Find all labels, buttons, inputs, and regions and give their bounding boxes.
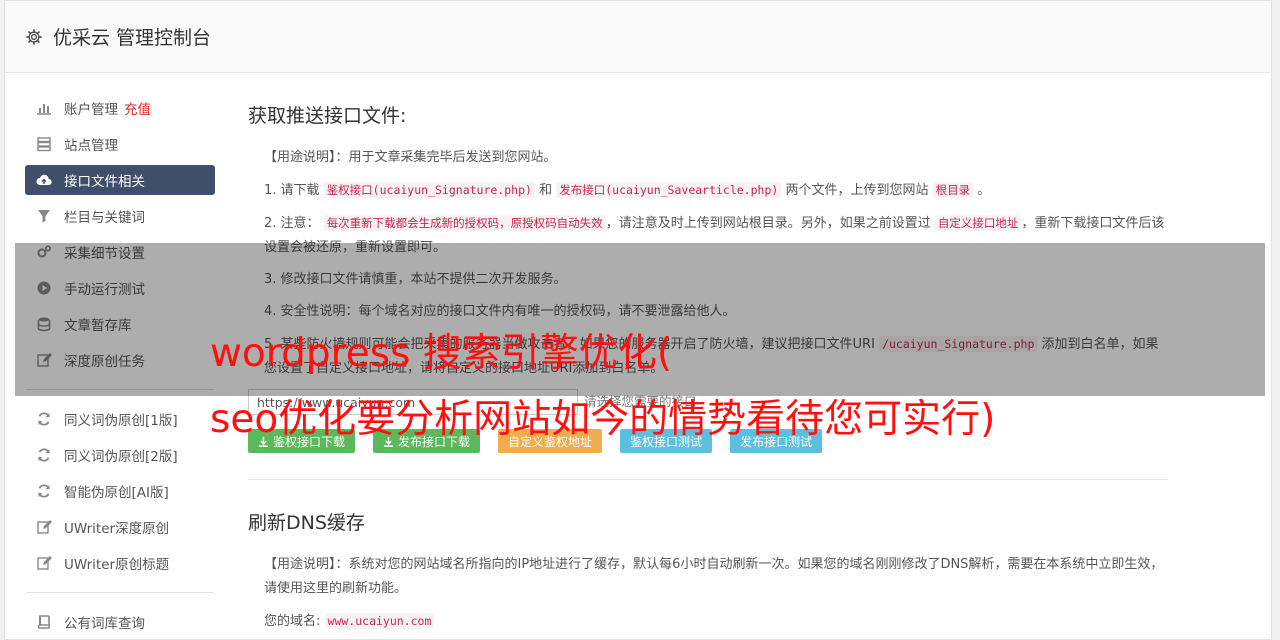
sidebar-item-public-dictionary[interactable]: 公有词库查询: [25, 607, 215, 637]
sidebar-item-label: 同义词伪原创[1版]: [64, 413, 178, 429]
custom-address-code: 自定义接口地址: [934, 215, 1022, 231]
root-dir-code: 根目录: [932, 182, 974, 198]
gear-icon: [26, 28, 42, 45]
domain-row: 您的域名: www.ucaiyun.com: [264, 609, 1168, 634]
book-icon: [37, 615, 50, 629]
dns-usage-note: 【用途说明】：系统对您的网站域名所指向的IP地址进行了缓存，默认每6小时自动刷新…: [264, 557, 1164, 596]
refresh-icon: [38, 484, 50, 498]
sidebar-item-label: UWriter原创标题: [64, 557, 170, 573]
bar-chart-icon: [37, 104, 51, 115]
domain-value: www.ucaiyun.com: [324, 613, 435, 629]
sidebar-item-label: 栏目与关键词: [64, 210, 145, 226]
instruction-1: 1. 请下载 鉴权接口(ucaiyun_Signature.php) 和 发布接…: [264, 178, 1168, 203]
page-title: 优采云 管理控制台: [53, 27, 212, 49]
sidebar-item-uwriter-deep[interactable]: UWriter深度原创: [25, 512, 215, 542]
server-icon: [37, 137, 51, 152]
section-divider: [248, 479, 1168, 480]
sidebar-item-synonym-v2[interactable]: 同义词伪原创[2版]: [25, 440, 215, 470]
auth-warning-code: 每次重新下载都会生成新的授权码，原授权码自动失效: [323, 215, 606, 231]
sidebar-item-label: UWriter深度原创: [64, 521, 170, 537]
domain-label: 您的域名:: [264, 614, 321, 629]
watermark-line-1: wordpress 搜索引擎优化(: [210, 331, 673, 376]
filter-icon: [38, 210, 50, 223]
edit-icon: [37, 520, 52, 534]
text: 两个文件，上传到您网站: [785, 183, 929, 198]
sidebar-item-synonym-v1[interactable]: 同义词伪原创[1版]: [25, 404, 215, 434]
usage-note: 【用途说明】：用于文章采集完毕后发送到您网站。: [264, 150, 557, 165]
sidebar-item-label: 同义词伪原创[2版]: [64, 449, 178, 465]
section-title-interface: 获取推送接口文件:: [248, 105, 407, 127]
sidebar-item-label: 公有词库查询: [64, 616, 145, 632]
sidebar-item-uwriter-title[interactable]: UWriter原创标题: [25, 548, 215, 578]
savearticle-file-code: 发布接口(ucaiyun_Savearticle.php): [556, 182, 782, 198]
sidebar-item-label: 站点管理: [64, 138, 118, 154]
sidebar-item-account[interactable]: 账户管理 充值: [25, 93, 215, 123]
text: 。: [977, 183, 991, 198]
cloud-upload-icon: [36, 174, 52, 186]
sidebar-item-label: 接口文件相关: [64, 174, 145, 190]
sidebar-item-label: 智能伪原创[AI版]: [64, 485, 169, 501]
section-title-dns: 刷新DNS缓存: [248, 512, 365, 534]
page-header: 优采云 管理控制台: [5, 1, 1271, 73]
watermark-line-2: seo优化要分析网站如今的情势看待您可实行): [210, 397, 996, 442]
sidebar-item-columns-keywords[interactable]: 栏目与关键词: [25, 201, 215, 231]
sidebar-item-label: 账户管理: [64, 102, 118, 118]
edit-icon: [37, 556, 52, 570]
text: ，请注意及时上传到网站根目录。另外，如果之前设置过: [605, 216, 931, 231]
sidebar-item-ai-rewrite[interactable]: 智能伪原创[AI版]: [25, 476, 215, 506]
text: 2. 注意：: [264, 216, 320, 231]
text: 1. 请下载: [264, 183, 320, 198]
text: 和: [539, 183, 553, 198]
recharge-link[interactable]: 充值: [124, 98, 151, 118]
signature-file-code: 鉴权接口(ucaiyun_Signature.php): [323, 182, 535, 198]
sidebar-item-sites[interactable]: 站点管理: [25, 129, 215, 159]
refresh-icon: [38, 412, 50, 426]
sidebar-divider: [27, 592, 213, 593]
sidebar-item-interface-files[interactable]: 接口文件相关: [25, 165, 215, 195]
refresh-icon: [38, 448, 50, 462]
